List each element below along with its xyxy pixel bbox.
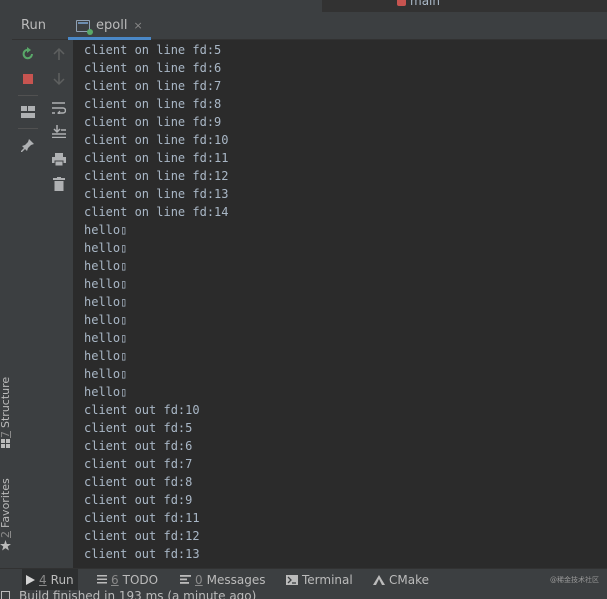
file-icon [397,0,406,6]
print-icon [51,152,66,166]
stop-icon [23,74,33,84]
console-line: hello▯ [84,241,128,255]
down-arrow-icon [52,73,65,86]
console-line: client out fd:7 [84,457,193,471]
print-button[interactable] [44,148,73,170]
pin-icon [21,139,34,152]
console-line: client out fd:13 [84,547,200,561]
bottom-tool-bar: 4 Run 6 TODO 0 Messages Terminal CMake @… [0,568,607,590]
status-toggle-icon[interactable] [1,591,10,599]
top-strip: main [0,0,607,12]
console-line: client out fd:11 [84,511,200,525]
structure-label: Structure [0,376,12,428]
messages-icon [180,575,191,584]
console-line: hello▯ [84,313,128,327]
terminal-icon [286,574,298,585]
stop-button[interactable] [12,68,44,90]
rerun-icon [22,47,33,60]
run-window-header: Run epoll × [12,12,607,40]
editor-tab-main[interactable]: main [397,0,440,8]
up-arrow-icon [52,47,65,60]
structure-icon [1,439,10,448]
console-line: client out fd:10 [84,403,200,417]
play-icon [26,574,35,585]
console-line: client on line fd:12 [84,169,229,183]
console-line: hello▯ [84,277,128,291]
watermark: @稀金技术社区 [550,576,599,584]
todo-tool-tab[interactable]: 6 TODO [93,569,162,590]
favorites-label: Favorites [0,478,12,528]
console-line: client on line fd:8 [84,97,222,111]
close-icon[interactable]: × [133,19,142,32]
console-line: hello▯ [84,259,128,273]
run-window-title: Run [21,18,46,33]
layout-icon [21,106,35,118]
previous-occurrence-button[interactable] [44,43,73,65]
console-line: hello▯ [84,295,128,309]
console-line: hello▯ [84,349,128,363]
favorites-tool-button[interactable]: 2Favorites [0,478,12,538]
console-line: hello▯ [84,385,128,399]
console-line: client out fd:12 [84,529,200,543]
console-line: hello▯ [84,223,128,237]
status-bar: Build finished in 193 ms (a minute ago) [0,590,607,599]
messages-tool-tab-label: Messages [206,572,266,587]
cmake-tool-tab-label: CMake [389,572,429,587]
console-line: client on line fd:9 [84,115,222,129]
console-line: client on line fd:5 [84,43,222,57]
console-line: hello▯ [84,331,128,345]
editor-tab-area [322,0,607,12]
console-output[interactable]: client on line fd:5 client on line fd:6 cl… [73,40,607,568]
clear-all-button[interactable] [44,173,73,195]
scroll-to-end-button[interactable] [44,120,73,142]
soft-wrap-icon [51,101,66,114]
terminal-tool-tab-label: Terminal [302,572,353,587]
run-tool-tab-label: Run [50,572,74,587]
console-line: client on line fd:13 [84,187,229,201]
console-line: hello▯ [84,367,128,381]
console-line: client on line fd:7 [84,79,222,93]
pin-button[interactable] [12,134,44,156]
run-toolbar-primary [12,40,45,568]
scroll-to-end-icon [51,124,66,138]
terminal-tool-tab[interactable]: Terminal [282,569,357,590]
cmake-icon [373,574,385,585]
toolbar-separator [18,128,38,129]
run-toolbar-secondary [44,40,73,568]
layout-button[interactable] [12,101,44,123]
console-icon [76,19,93,35]
console-line: client out fd:8 [84,475,193,489]
structure-tool-button[interactable]: 7Structure [0,377,12,438]
next-occurrence-button[interactable] [44,68,73,90]
toolbar-separator [18,95,38,96]
console-line: client out fd:6 [84,439,193,453]
cmake-tool-tab[interactable]: CMake [369,569,433,590]
run-tab-epoll[interactable]: epoll × [68,12,151,40]
todo-tool-tab-label: TODO [122,572,159,587]
rerun-button[interactable] [12,43,44,65]
star-icon [0,540,11,551]
console-line: client on line fd:6 [84,61,222,75]
console-line: client on line fd:10 [84,133,229,147]
console-line: client on line fd:14 [84,205,229,219]
messages-tool-tab[interactable]: 0 Messages [176,569,270,590]
list-icon [97,575,107,584]
soft-wrap-button[interactable] [44,96,73,118]
run-tab-label: epoll [96,18,128,33]
editor-tab-label: main [410,0,440,8]
run-tool-tab[interactable]: 4 Run [22,569,78,590]
status-text: Build finished in 193 ms (a minute ago) [19,590,257,599]
console-line: client on line fd:11 [84,151,229,165]
console-line: client out fd:5 [84,421,193,435]
console-line: client out fd:9 [84,493,193,507]
trash-icon [52,177,65,191]
console-lines: client on line fd:5 client on line fd:6 cl… [84,41,229,563]
